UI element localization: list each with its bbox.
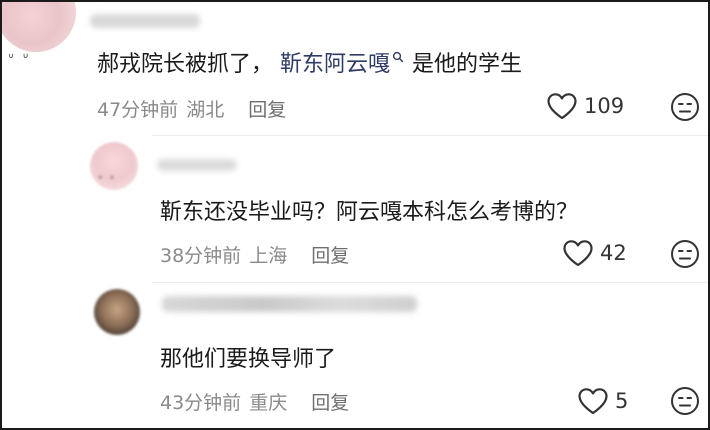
- heart-outline-icon: [547, 93, 577, 120]
- neutral-face-icon: [671, 240, 699, 268]
- comment-thread: ᐡ ᐡ 郝戎院长被抓了， 靳东阿云嘎 是他的学生 47分钟前 湖北 回复 109 ᐡ …: [0, 0, 710, 430]
- comment-text-before: 郝戎院长被抓了，: [97, 52, 274, 77]
- comment-text: 郝戎院长被抓了， 靳东阿云嘎 是他的学生: [97, 46, 522, 78]
- avatar[interactable]: ᐡ ᐡ: [90, 142, 138, 190]
- avatar-face: ᐡ ᐡ: [98, 173, 117, 186]
- like-count: 109: [584, 94, 625, 118]
- username-blurred[interactable]: [157, 159, 237, 171]
- comment-location: 湖北: [186, 99, 225, 121]
- comment-meta: 38分钟前 上海 回复: [160, 241, 357, 268]
- avatar[interactable]: ᐡ ᐡ: [2, 2, 76, 68]
- dislike-button[interactable]: [670, 386, 700, 416]
- heart-outline-icon: [563, 240, 593, 267]
- like-button[interactable]: 109: [546, 92, 624, 120]
- comment-meta: 47分钟前 湖北 回复: [97, 95, 294, 122]
- like-count: 5: [615, 389, 629, 413]
- dislike-button[interactable]: [670, 92, 700, 122]
- reply-button[interactable]: 回复: [311, 245, 349, 267]
- avatar-face: ᐡ ᐡ: [8, 50, 31, 68]
- comment-time: 47分钟前: [97, 99, 179, 121]
- like-count: 42: [600, 241, 627, 265]
- search-icon[interactable]: [392, 51, 404, 63]
- username-blurred[interactable]: [90, 14, 200, 28]
- avatar[interactable]: [94, 289, 140, 335]
- comment-location: 上海: [249, 245, 288, 267]
- divider: [152, 282, 708, 283]
- neutral-face-icon: [671, 387, 699, 415]
- mention-link[interactable]: 靳东阿云嘎: [280, 52, 390, 77]
- neutral-face-icon: [671, 93, 699, 121]
- heart-outline-icon: [578, 388, 608, 415]
- comment-text: 那他们要换导师了: [160, 347, 337, 372]
- comment-text: 靳东还没毕业吗？阿云嘎本科怎么考博的？: [160, 200, 579, 225]
- username-blurred[interactable]: [162, 296, 417, 312]
- comment-meta: 43分钟前 重庆 回复: [160, 388, 357, 415]
- reply-button[interactable]: 回复: [248, 99, 286, 121]
- like-button[interactable]: 42: [562, 239, 627, 267]
- divider: [152, 135, 708, 136]
- comment-text-after: 是他的学生: [412, 52, 523, 77]
- like-button[interactable]: 5: [577, 387, 628, 415]
- dislike-button[interactable]: [670, 239, 700, 269]
- comment-time: 43分钟前: [160, 392, 242, 414]
- comment-time: 38分钟前: [160, 245, 242, 267]
- comment-location: 重庆: [249, 392, 288, 414]
- reply-button[interactable]: 回复: [311, 392, 349, 414]
